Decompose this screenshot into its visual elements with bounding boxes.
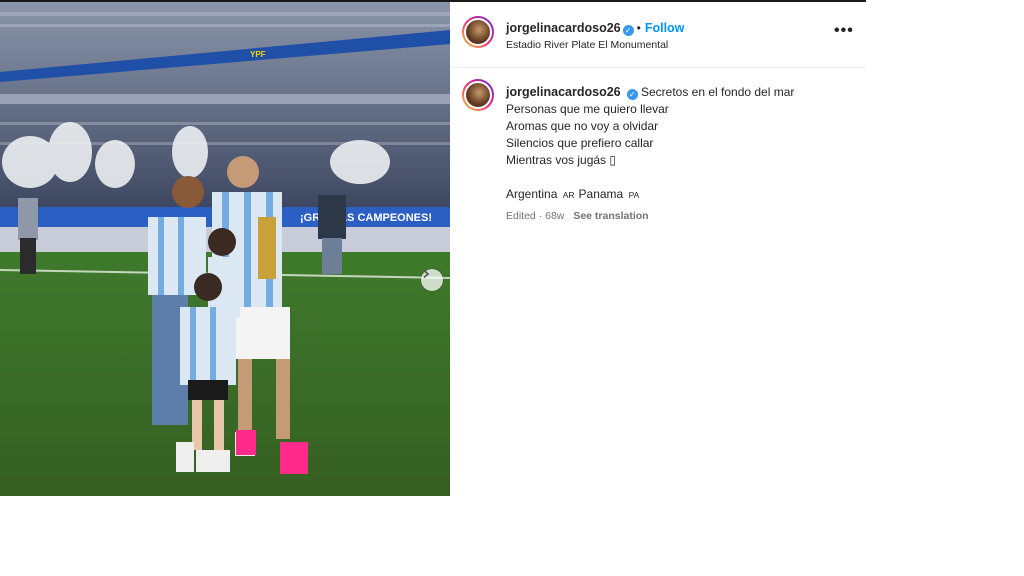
caption-body: jorgelinacardoso26 ✓ Secretos en el fondo… — [506, 84, 856, 225]
flag-pa-icon: PA — [628, 190, 640, 200]
edited-label: Edited — [506, 210, 536, 222]
time-ago[interactable]: 68w — [545, 210, 564, 222]
post-header: jorgelinacardoso26 ✓ • Follow Estadio River… — [450, 2, 866, 68]
chevron-right-icon — [423, 269, 430, 279]
location-link[interactable]: Estadio River Plate El Monumental — [506, 39, 668, 51]
post-side-panel: jorgelinacardoso26 ✓ • Follow Estadio River… — [450, 2, 866, 496]
caption-line: Aromas que no voy a olvidar — [506, 119, 659, 133]
caption-line: Mientras vos jugás ▯ — [506, 153, 616, 167]
see-translation-button[interactable]: See translation — [573, 210, 648, 222]
stadium-photo-illustration: YPF ¡GRACIAS CAMPEONES! — [0, 2, 450, 496]
caption-line: Personas que me quiero llevar — [506, 102, 669, 116]
caption-avatar[interactable] — [462, 79, 494, 111]
verified-badge-icon: ✓ — [622, 25, 634, 36]
ad-board-text: YPF — [250, 50, 266, 59]
post-meta: Edited · 68w See translation — [506, 208, 856, 225]
post-photo[interactable]: YPF ¡GRACIAS CAMPEONES! — [0, 2, 450, 496]
follow-button[interactable]: Follow — [645, 21, 685, 35]
caption-first-line: Secretos en el fondo del mar — [640, 85, 795, 99]
header-user-row: jorgelinacardoso26 ✓ • Follow — [506, 19, 684, 37]
country-tag: Argentina — [506, 187, 558, 201]
meta-separator: · — [538, 210, 543, 222]
avatar[interactable] — [462, 16, 494, 48]
flag-ar-icon: AR — [562, 190, 575, 200]
next-photo-button[interactable] — [421, 269, 443, 291]
caption-tags-line: Argentina AR Panama PA — [506, 186, 856, 204]
header-username[interactable]: jorgelinacardoso26 — [506, 21, 621, 35]
more-options-icon[interactable]: ••• — [834, 23, 854, 39]
separator-dot: • — [636, 21, 641, 35]
verified-badge-icon: ✓ — [626, 89, 638, 100]
country-tag: Panama — [578, 187, 624, 201]
caption-username[interactable]: jorgelinacardoso26 — [506, 85, 621, 99]
caption-line: Silencios que prefiero callar — [506, 136, 654, 150]
